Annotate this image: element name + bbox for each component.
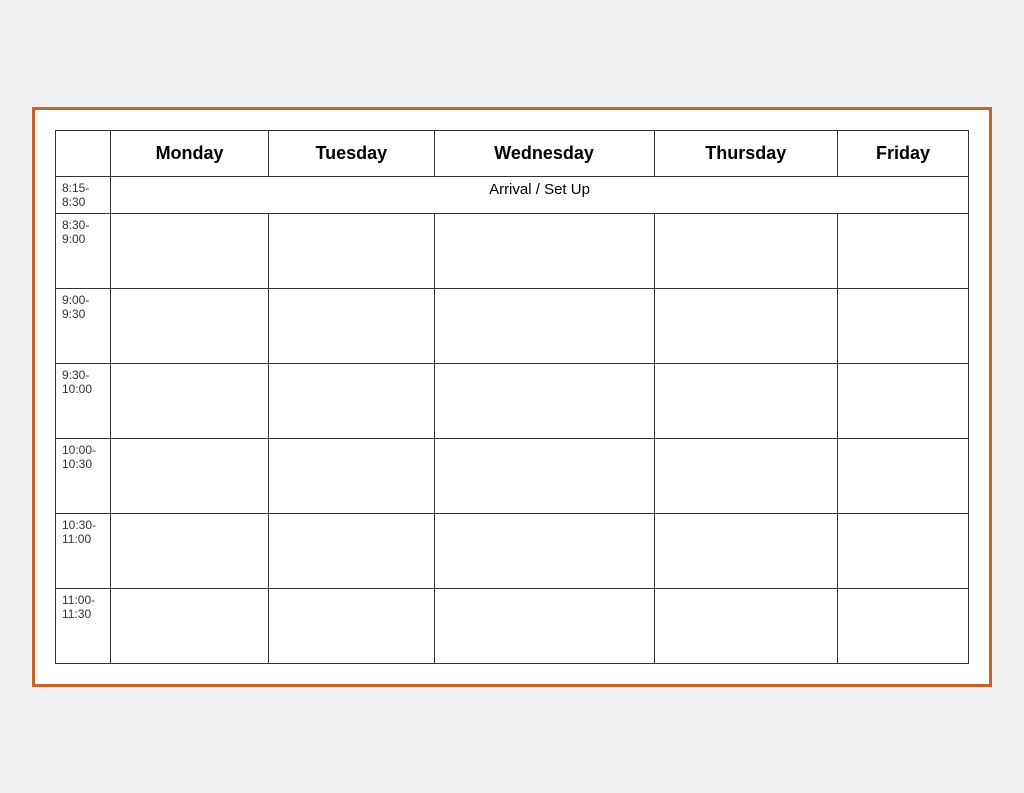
page-wrapper: Monday Tuesday Wednesday Thursday Friday…	[32, 107, 992, 687]
cell-thu-830	[654, 213, 838, 288]
cell-wed-930	[434, 363, 654, 438]
cell-tue-1030	[269, 513, 434, 588]
cell-thu-1100	[654, 588, 838, 663]
row-830-900: 8:30-9:00	[56, 213, 969, 288]
header-monday: Monday	[111, 130, 269, 176]
cell-fri-900	[838, 288, 969, 363]
header-thursday: Thursday	[654, 130, 838, 176]
cell-fri-1030	[838, 513, 969, 588]
cell-tue-900	[269, 288, 434, 363]
time-1000-1030: 10:00-10:30	[56, 438, 111, 513]
cell-mon-930	[111, 363, 269, 438]
cell-wed-1000	[434, 438, 654, 513]
time-830-900: 8:30-9:00	[56, 213, 111, 288]
header-tuesday: Tuesday	[269, 130, 434, 176]
cell-tue-1000	[269, 438, 434, 513]
cell-tue-930	[269, 363, 434, 438]
header-time-cell	[56, 130, 111, 176]
cell-tue-830	[269, 213, 434, 288]
cell-mon-1030	[111, 513, 269, 588]
row-930-1000: 9:30-10:00	[56, 363, 969, 438]
row-900-930: 9:00-9:30	[56, 288, 969, 363]
row-1100-1130: 11:00-11:30	[56, 588, 969, 663]
cell-mon-900	[111, 288, 269, 363]
time-900-930: 9:00-9:30	[56, 288, 111, 363]
header-wednesday: Wednesday	[434, 130, 654, 176]
cell-thu-1000	[654, 438, 838, 513]
cell-tue-1100	[269, 588, 434, 663]
cell-mon-1100	[111, 588, 269, 663]
row-1000-1030: 10:00-10:30	[56, 438, 969, 513]
cell-thu-900	[654, 288, 838, 363]
arrival-row: 8:15-8:30 Arrival / Set Up	[56, 176, 969, 213]
cell-mon-830	[111, 213, 269, 288]
time-1030-1100: 10:30-11:00	[56, 513, 111, 588]
cell-fri-830	[838, 213, 969, 288]
time-930-1000: 9:30-10:00	[56, 363, 111, 438]
time-815-830: 8:15-8:30	[56, 176, 111, 213]
cell-fri-1100	[838, 588, 969, 663]
cell-fri-1000	[838, 438, 969, 513]
cell-wed-900	[434, 288, 654, 363]
cell-wed-1030	[434, 513, 654, 588]
cell-wed-1100	[434, 588, 654, 663]
cell-mon-1000	[111, 438, 269, 513]
arrival-label: Arrival / Set Up	[111, 176, 969, 213]
cell-thu-1030	[654, 513, 838, 588]
cell-thu-930	[654, 363, 838, 438]
cell-wed-830	[434, 213, 654, 288]
row-1030-1100: 10:30-11:00	[56, 513, 969, 588]
time-1100-1130: 11:00-11:30	[56, 588, 111, 663]
cell-fri-930	[838, 363, 969, 438]
header-friday: Friday	[838, 130, 969, 176]
schedule-table: Monday Tuesday Wednesday Thursday Friday…	[55, 130, 969, 664]
